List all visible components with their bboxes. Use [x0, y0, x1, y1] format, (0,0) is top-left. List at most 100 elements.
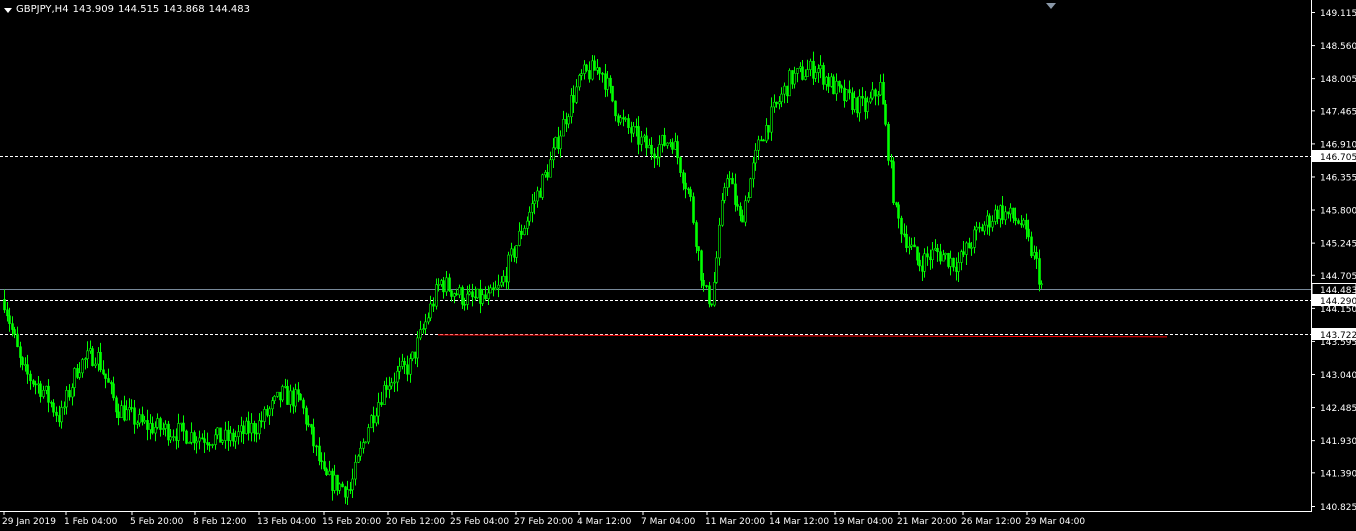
candle-body — [84, 358, 87, 360]
candle-body — [406, 364, 409, 375]
candle-body — [991, 221, 994, 228]
candle-body — [637, 126, 640, 145]
candle-body — [328, 470, 331, 476]
candle-body — [136, 422, 139, 425]
candle-body — [162, 428, 165, 430]
candle-body — [502, 275, 505, 283]
candle-body — [741, 215, 744, 223]
candle-body — [874, 89, 877, 97]
candle-body — [507, 254, 510, 283]
candle-body — [354, 461, 357, 480]
candle-body — [227, 429, 230, 441]
candle-body — [388, 385, 391, 390]
time-tick-label: 7 Mar 04:00 — [641, 517, 696, 527]
candle-body — [796, 68, 799, 74]
candle-body — [489, 287, 492, 294]
candle-body — [762, 139, 765, 142]
candle-body — [484, 294, 487, 300]
candle-body — [195, 440, 198, 444]
level-price-label: 146.705 — [1320, 153, 1356, 163]
candle-body — [250, 423, 253, 434]
candle-body — [559, 135, 562, 150]
candle-body — [578, 75, 581, 88]
candle-body — [778, 101, 781, 105]
candle-body — [866, 101, 869, 112]
candle-body — [396, 370, 399, 383]
candle-body — [55, 411, 58, 416]
candle-body — [523, 228, 526, 235]
candle-body — [175, 436, 178, 441]
candle-body — [471, 291, 474, 298]
candle-body — [606, 77, 609, 90]
candle-body — [240, 425, 243, 433]
candle-body — [263, 409, 266, 422]
candle-body — [455, 293, 458, 296]
candle-body — [572, 95, 575, 103]
candle-body — [713, 282, 716, 306]
time-tick-label: 27 Feb 20:00 — [514, 517, 573, 527]
candle-body — [884, 103, 887, 125]
candle-body — [372, 415, 375, 424]
candle-body — [887, 123, 890, 161]
candle-body — [461, 287, 464, 305]
candle-body — [177, 423, 180, 441]
candle-body — [848, 89, 851, 94]
candle-body — [676, 141, 679, 158]
candle-body — [1014, 217, 1017, 221]
candle-body — [526, 220, 529, 229]
candle-body — [494, 287, 497, 291]
candle-body — [918, 259, 921, 267]
candle-body — [432, 303, 435, 307]
candle-body — [21, 357, 24, 366]
price-tick-label: 148.560 — [1320, 42, 1356, 52]
candle-body — [942, 254, 945, 262]
dropdown-triangle-icon[interactable] — [4, 7, 12, 13]
candle-body — [208, 444, 211, 446]
candle-body — [728, 178, 731, 180]
candle-body — [104, 373, 107, 379]
candle-body — [552, 147, 555, 161]
candle-body — [588, 70, 591, 80]
time-tick-label: 13 Feb 04:00 — [257, 517, 316, 527]
candle-body — [271, 400, 274, 410]
candle-body — [952, 257, 955, 268]
candle-body — [926, 253, 929, 258]
price-chart[interactable]: 149.115 148.560 148.005 147.465 146.910 146.3… — [0, 0, 1356, 531]
candle-body — [1022, 219, 1025, 226]
candle-body — [916, 246, 919, 261]
candle-body — [718, 224, 721, 259]
candle-body — [143, 420, 146, 423]
candle-body — [705, 285, 708, 287]
candle-body — [978, 226, 981, 229]
candle-body — [739, 205, 742, 216]
candle-body — [593, 60, 596, 71]
candle-body — [450, 290, 453, 297]
candle-body — [611, 85, 614, 102]
chart-header: GBPJPY,H4 143.909 144.515 143.868 144.48… — [4, 3, 250, 17]
candle-body — [310, 424, 313, 428]
candle-body — [619, 117, 622, 123]
candle-body — [1017, 220, 1020, 224]
candle-body — [169, 436, 172, 441]
candle-body — [645, 135, 648, 149]
candle-body — [156, 418, 159, 428]
candle-body — [138, 414, 141, 424]
candle-body — [60, 407, 63, 423]
candle-body — [302, 399, 305, 409]
candle-body — [653, 153, 656, 159]
candle-body — [65, 390, 68, 408]
candle-body — [193, 432, 196, 444]
candle-body — [1035, 252, 1038, 259]
candle-body — [650, 144, 653, 155]
candle-body — [362, 442, 365, 449]
candle-body — [809, 60, 812, 70]
candle-body — [770, 106, 773, 133]
candle-body — [78, 372, 81, 378]
candle-body — [780, 93, 783, 103]
candle-body — [305, 407, 308, 425]
candle-body — [159, 418, 162, 430]
candle-body — [89, 348, 92, 352]
candle-body — [567, 116, 570, 125]
candle-body — [788, 70, 791, 97]
candle-body — [957, 262, 960, 272]
